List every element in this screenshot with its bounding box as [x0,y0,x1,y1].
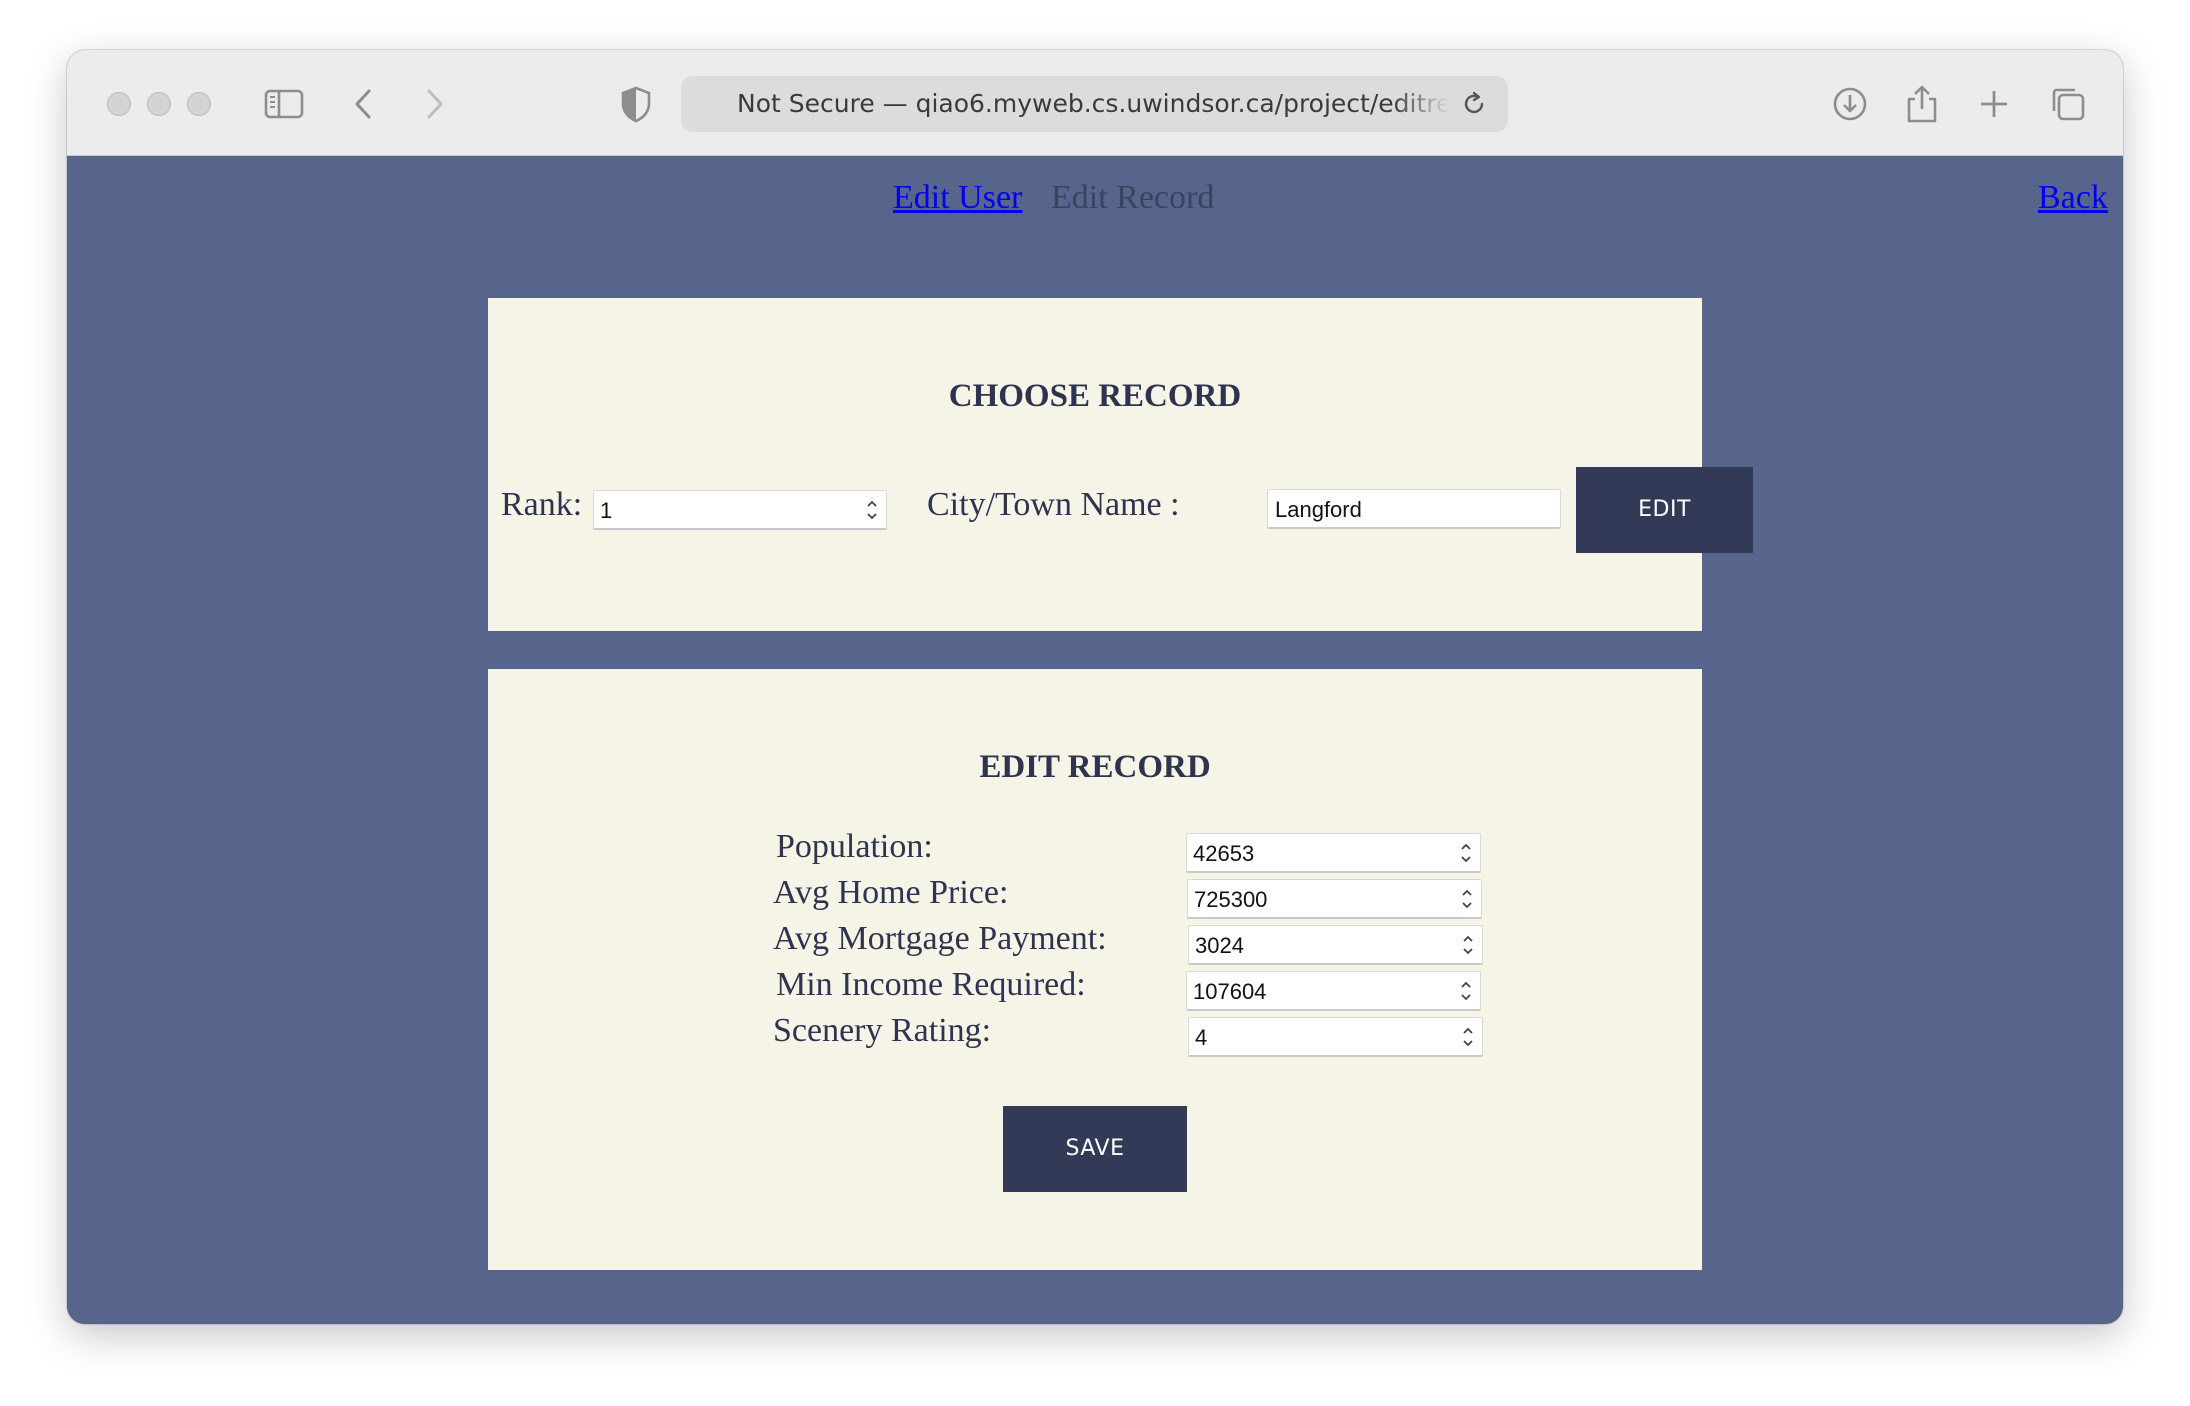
share-icon[interactable] [1901,83,1943,125]
population-label: Population: [776,828,933,865]
population-value: 42653 [1193,841,1255,866]
avg-home-price-label: Avg Home Price: [773,874,1009,911]
rank-input[interactable]: 1 [593,490,887,530]
rank-stepper-icon[interactable] [864,496,880,524]
population-input[interactable]: 42653 [1186,833,1481,873]
url-text: Not Secure — qiao6.myweb.cs.uwindsor.ca/… [737,89,1449,118]
scenery-rating-stepper-icon[interactable] [1460,1023,1476,1051]
nav-back-link[interactable]: Back [2038,179,2108,217]
new-tab-icon[interactable] [1973,83,2015,125]
avg-mortgage-payment-stepper-icon[interactable] [1460,931,1476,959]
edit-record-card: EDIT RECORD Population: 42653 Avg Home P… [488,669,1702,1270]
save-button[interactable]: SAVE [1003,1106,1187,1192]
min-income-required-label: Min Income Required: [776,966,1086,1003]
address-bar[interactable]: Not Secure — qiao6.myweb.cs.uwindsor.ca/… [681,76,1508,132]
zoom-window-button[interactable] [187,92,211,116]
scenery-rating-input[interactable]: 4 [1188,1017,1483,1057]
population-stepper-icon[interactable] [1458,839,1474,867]
city-label: City/Town Name : [927,486,1180,523]
avg-home-price-stepper-icon[interactable] [1459,885,1475,913]
min-income-required-input[interactable]: 107604 [1186,971,1481,1011]
scenery-rating-value: 4 [1195,1025,1208,1050]
min-income-required-value: 107604 [1193,979,1267,1004]
avg-home-price-input[interactable]: 725300 [1187,879,1482,919]
nav-edit-user-link[interactable]: Edit User [893,179,1022,217]
min-income-required-stepper-icon[interactable] [1458,977,1474,1005]
reload-icon[interactable] [1459,89,1489,119]
minimize-window-button[interactable] [147,92,171,116]
choose-record-card: CHOOSE RECORD Rank: 1 City/Town Name : L… [488,298,1753,631]
forward-arrow-icon[interactable] [413,83,455,125]
close-window-button[interactable] [107,92,131,116]
privacy-shield-icon[interactable] [615,83,657,125]
city-value: Langford [1275,497,1362,522]
page-content: Edit User Edit Record Back CHOOSE RECORD… [67,157,2123,1324]
choose-record-title: CHOOSE RECORD [948,378,1242,414]
sidebar-icon[interactable] [263,83,305,125]
rank-value: 1 [600,498,613,523]
city-input[interactable]: Langford [1267,489,1561,529]
tab-overview-icon[interactable] [2047,83,2089,125]
downloads-icon[interactable] [1829,83,1871,125]
edit-button[interactable]: EDIT [1576,467,1753,553]
browser-window: Not Secure — qiao6.myweb.cs.uwindsor.ca/… [67,50,2123,1324]
edit-record-title: EDIT RECORD [979,749,1211,785]
avg-mortgage-payment-input[interactable]: 3024 [1188,925,1483,965]
browser-toolbar: Not Secure — qiao6.myweb.cs.uwindsor.ca/… [67,50,2123,156]
scenery-rating-label: Scenery Rating: [773,1012,992,1049]
avg-mortgage-payment-label: Avg Mortgage Payment: [773,920,1107,957]
rank-label: Rank: [501,486,583,523]
avg-home-price-value: 725300 [1194,887,1268,912]
back-arrow-icon[interactable] [343,83,385,125]
nav-edit-record: Edit Record [1051,179,1215,216]
avg-mortgage-payment-value: 3024 [1195,933,1244,958]
